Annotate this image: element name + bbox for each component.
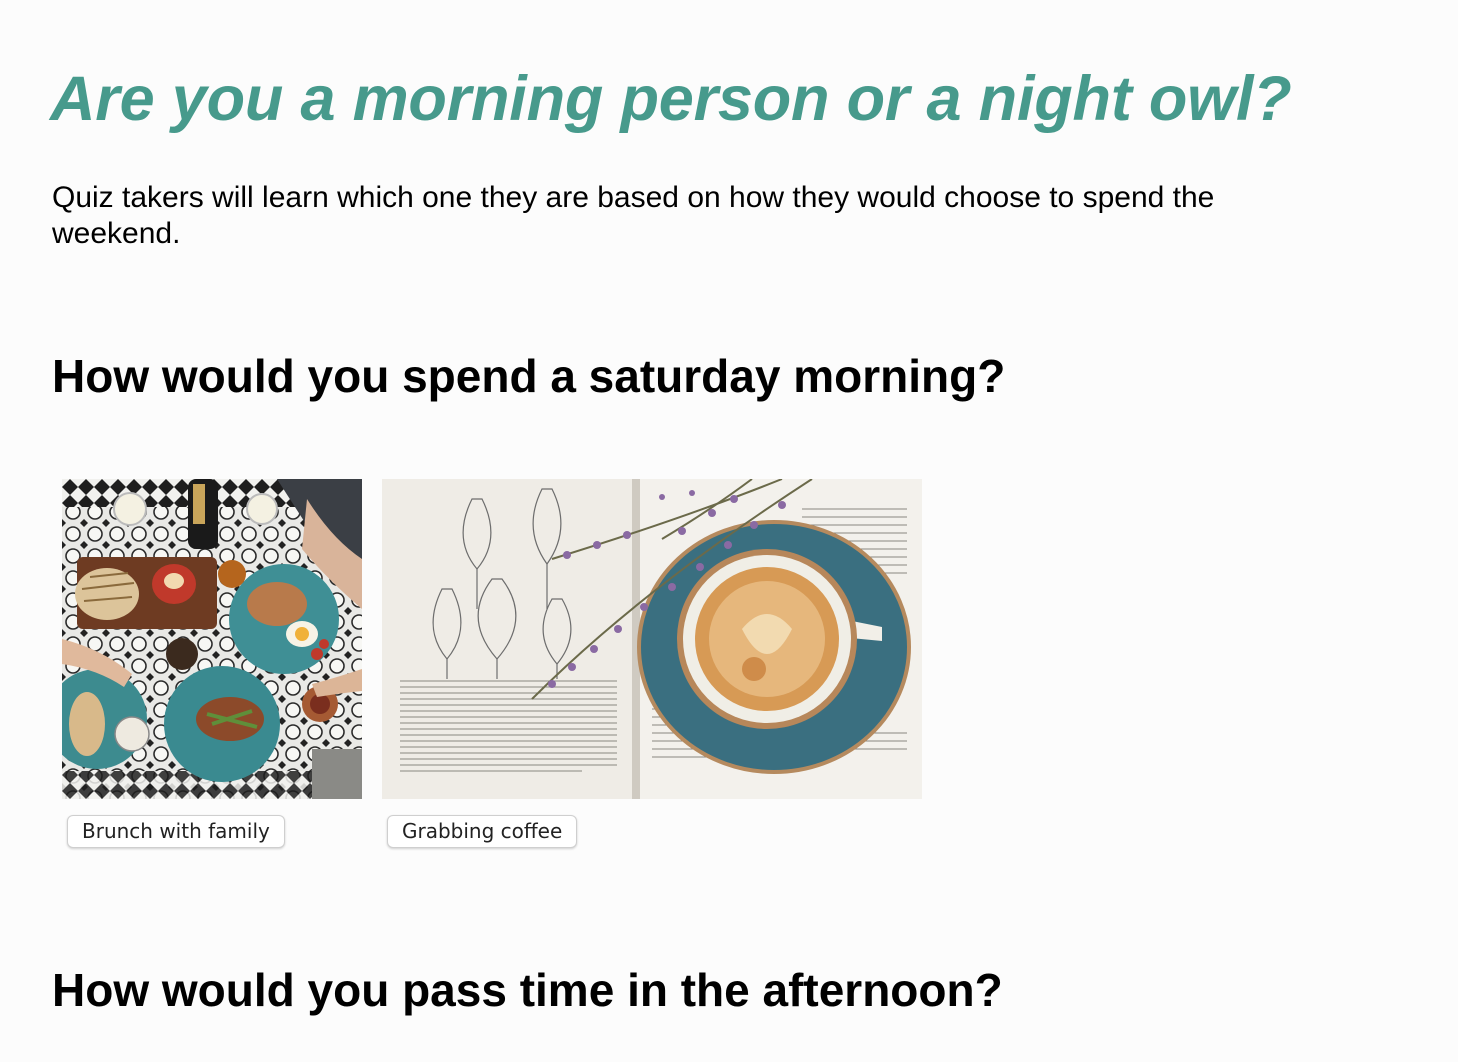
question-heading: How would you pass time in the afternoon…	[52, 964, 1003, 1016]
question-heading: How would you spend a saturday morning?	[52, 350, 1006, 402]
option-button-brunch[interactable]: Brunch with family	[67, 815, 285, 848]
option-button-coffee[interactable]: Grabbing coffee	[387, 815, 578, 848]
quiz-title: Are you a morning person or a night owl?	[50, 64, 1292, 134]
coffee-image[interactable]	[382, 479, 922, 799]
quiz-description: Quiz takers will learn which one they ar…	[52, 181, 1215, 250]
brunch-image[interactable]	[62, 479, 362, 799]
quiz-page: Are you a morning person or a night owl?…	[0, 0, 1458, 1062]
